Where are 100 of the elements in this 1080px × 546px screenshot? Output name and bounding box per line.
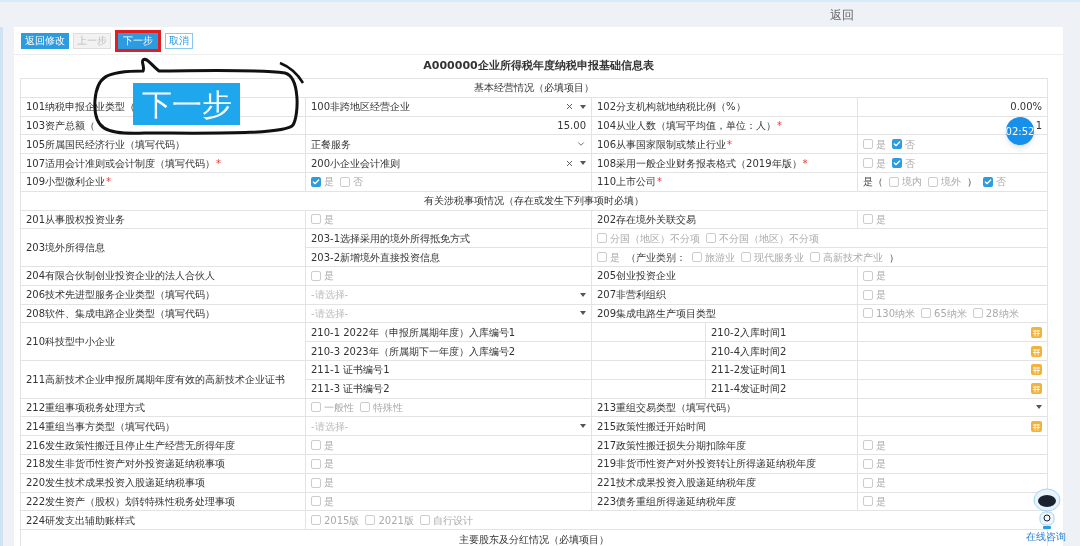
toolbar-button[interactable]: 取消	[165, 32, 193, 49]
checkbox-option[interactable]: 是	[311, 268, 334, 284]
field-label: 204有限合伙制创业投资企业的法人合伙人	[26, 269, 216, 284]
toolbar-button[interactable]: 返回修改	[21, 32, 69, 49]
required-mark: *	[727, 137, 733, 152]
field-label: 213重组交易类型（填写代码）	[597, 400, 737, 415]
field-label: 205创业投资企业	[597, 269, 677, 284]
checkbox[interactable]	[311, 496, 321, 507]
checkbox[interactable]	[741, 252, 751, 263]
checkbox[interactable]	[340, 176, 350, 187]
checkbox[interactable]	[311, 402, 321, 413]
checkbox-option[interactable]: 130纳米	[863, 305, 916, 321]
checkbox-option[interactable]: 分国（地区）不分项	[597, 230, 700, 246]
checkbox[interactable]	[892, 139, 902, 150]
checkbox[interactable]	[863, 214, 873, 225]
checkbox-option[interactable]: 是	[311, 211, 334, 227]
checkbox[interactable]	[863, 158, 873, 169]
option-text: 是（	[863, 175, 883, 190]
checkbox-option[interactable]: 否	[340, 174, 363, 190]
checkbox-option[interactable]: 是	[597, 249, 620, 265]
checkbox-option[interactable]: 是	[863, 475, 886, 491]
checkbox[interactable]	[311, 515, 321, 526]
checkbox-option[interactable]: 不分国（地区）不分项	[706, 230, 819, 246]
checkbox-option[interactable]: 旅游业	[692, 249, 735, 265]
checkbox-option[interactable]: 2015版	[311, 512, 360, 528]
checkbox-option[interactable]: 是	[311, 174, 334, 190]
checkbox-option[interactable]: 现代服务业	[741, 249, 804, 265]
robot-icon[interactable]	[1033, 488, 1061, 530]
field-label: 202存在境外关联交易	[597, 212, 697, 227]
checkbox-option[interactable]: 是	[311, 456, 334, 472]
field-label: 207非营利组织	[597, 288, 667, 303]
checkbox[interactable]	[972, 308, 983, 319]
checkbox[interactable]	[863, 139, 873, 150]
checkbox[interactable]	[863, 496, 873, 507]
field-label: 106从事国家限制或禁止行业	[597, 137, 727, 152]
checkbox-option[interactable]: 是	[863, 211, 886, 227]
checkbox-option[interactable]: 是	[863, 155, 886, 171]
back-link[interactable]: 返回	[830, 5, 854, 24]
field-label: 101纳税申报企业类型（	[26, 100, 136, 115]
check-icon	[893, 140, 901, 149]
checkbox[interactable]	[365, 515, 376, 526]
checkbox[interactable]	[597, 252, 607, 263]
checkbox[interactable]	[692, 252, 702, 263]
checkbox[interactable]	[863, 270, 873, 281]
field-label: 216发生政策性搬迁且停止生产经营无所得年度	[26, 438, 236, 453]
checkbox[interactable]	[311, 477, 321, 488]
checkbox[interactable]	[863, 458, 873, 469]
checkbox[interactable]	[928, 176, 938, 187]
field-label: 109小型微利企业	[26, 175, 106, 190]
checkbox-option[interactable]: 否	[892, 136, 915, 152]
checkbox-option[interactable]: 2021版	[365, 512, 414, 528]
checkbox[interactable]	[863, 477, 873, 488]
checkbox-option[interactable]: 是	[311, 493, 334, 509]
field-label: 210-2入库时间1	[711, 325, 787, 340]
option-text: （产业类别：	[626, 250, 686, 265]
checkbox-option[interactable]: 高新技术产业	[810, 249, 883, 265]
checkbox[interactable]	[706, 233, 716, 244]
checkbox[interactable]	[983, 176, 993, 187]
checkbox-option[interactable]: 境内	[889, 174, 922, 190]
required-mark: *	[802, 156, 808, 171]
checkbox-option[interactable]: 境外	[928, 174, 961, 190]
checkbox-option[interactable]: 65纳米	[921, 305, 967, 321]
field-label: 223债务重组所得递延纳税年度	[597, 494, 737, 509]
checkbox[interactable]	[360, 402, 370, 413]
checkbox-option[interactable]: 否	[892, 155, 915, 171]
checkbox-option[interactable]: 否	[983, 174, 1006, 190]
section-heading: 有关涉税事项情况（存在或发生下列事项时必填）	[424, 195, 645, 207]
checkbox[interactable]	[311, 440, 321, 451]
checkbox[interactable]	[597, 233, 607, 244]
field-label: 203境外所得信息	[26, 241, 106, 256]
checkbox[interactable]	[311, 176, 321, 187]
checkbox-option[interactable]: 是	[863, 493, 886, 509]
checkbox-option[interactable]: 是	[863, 268, 886, 284]
field-label: 212重组事项税务处理方式	[26, 400, 146, 415]
checkbox-option[interactable]: 特殊性	[360, 399, 403, 415]
checkbox-option[interactable]: 是	[311, 475, 334, 491]
checkbox-option[interactable]: 是	[863, 437, 886, 453]
checkbox[interactable]	[863, 440, 873, 451]
checkbox-option[interactable]: 是	[311, 437, 334, 453]
checkbox[interactable]	[921, 308, 932, 319]
checkbox[interactable]	[892, 158, 902, 169]
checkbox[interactable]	[311, 270, 321, 281]
checkbox-option[interactable]: 是	[863, 136, 886, 152]
checkbox-option[interactable]: 是	[863, 456, 886, 472]
toolbar-button[interactable]: 下一步	[115, 29, 161, 52]
checkbox-option[interactable]: 自行设计	[419, 512, 473, 528]
field-label: 220发生技术成果投资入股递延纳税事项	[26, 476, 206, 491]
checkbox-option[interactable]: 28纳米	[972, 305, 1019, 321]
required-mark: *	[106, 175, 112, 190]
online-help-label[interactable]: 在线咨询	[1026, 532, 1066, 542]
checkbox-option[interactable]: 是	[863, 287, 886, 303]
checkbox[interactable]	[419, 515, 430, 526]
checkbox[interactable]	[810, 252, 820, 263]
checkbox[interactable]	[311, 214, 321, 225]
checkbox[interactable]	[889, 176, 899, 187]
checkbox[interactable]	[311, 458, 321, 469]
checkbox[interactable]	[863, 289, 873, 300]
checkbox[interactable]	[863, 308, 873, 319]
field-label: 110上市公司	[597, 175, 657, 190]
field-label: 209集成电路生产项目类型	[597, 306, 717, 321]
